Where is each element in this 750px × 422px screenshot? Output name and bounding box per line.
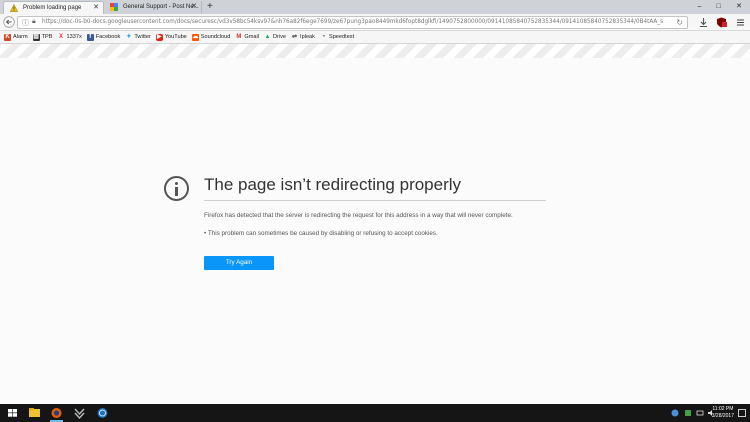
error-bullet: • This problem can sometimes be caused b… [204, 230, 438, 237]
bookmark-label: Gmail [244, 34, 259, 40]
ipleak-icon: ⇌ [292, 33, 298, 40]
bookmark-label: Facebook [95, 34, 121, 40]
bookmark-speedtest[interactable]: ◔ Speedtest [320, 33, 355, 41]
bookmark-soundcloud[interactable]: ☁ Soundcloud [191, 33, 231, 41]
downloader-icon[interactable] [72, 406, 87, 420]
navigation-bar: ⓘ 🔒︎ https://doc-0s-b0-docs.googleuserco… [0, 14, 750, 31]
reload-icon[interactable]: ↻ [676, 17, 683, 28]
divider [204, 200, 546, 201]
ublock-icon[interactable] [716, 17, 727, 28]
tab-label: Problem loading page [23, 5, 82, 11]
maximize-button[interactable]: □ [709, 0, 728, 14]
1337x-icon: X [58, 33, 63, 40]
app-globe-icon[interactable] [95, 406, 110, 420]
soundcloud-icon: ☁ [191, 33, 199, 41]
firefox-taskbar-item[interactable] [49, 406, 64, 422]
close-window-button[interactable]: ✕ [728, 0, 750, 14]
bookmark-label: YouTube [164, 34, 187, 40]
bookmark-label: Soundcloud [200, 34, 231, 40]
speedtest-icon: ◔ [321, 33, 326, 40]
bookmark-label: Speedtest [328, 34, 355, 40]
url-text[interactable]: https://doc-0s-b0-docs.googleusercontent… [42, 17, 672, 28]
menu-icon[interactable] [735, 17, 746, 28]
error-info-icon [164, 176, 189, 201]
youtube-icon: ▶ [155, 33, 163, 41]
try-again-button[interactable]: Try Again [204, 256, 274, 270]
system-clock[interactable]: 11:02 PM 3/28/2017 [712, 406, 734, 420]
window-controls: – □ ✕ [690, 0, 750, 14]
google-icon [110, 3, 118, 11]
back-button[interactable] [3, 16, 15, 28]
bookmark-1337x[interactable]: X 1337x [58, 34, 82, 41]
bookmark-label: TPB [41, 34, 53, 40]
bookmark-label: Drive [272, 34, 287, 40]
close-tab-icon[interactable]: ✕ [93, 2, 99, 14]
minimize-button[interactable]: – [690, 0, 709, 14]
new-tab-button[interactable]: + [207, 0, 213, 13]
taskbar: 11:02 PM 3/28/2017 [0, 404, 750, 422]
bookmark-drive[interactable]: ▲ Drive [264, 34, 286, 41]
back-arrow-icon [3, 16, 15, 28]
lock-icon[interactable]: 🔒︎ [32, 18, 36, 26]
info-icon[interactable]: ⓘ [22, 18, 29, 28]
bookmarks-toolbar: K Alarm ▤ TPB X 1337x f Facebook ✦ Twitt… [0, 31, 750, 44]
clock-time: 11:02 PM [712, 406, 734, 412]
download-icon[interactable] [698, 17, 709, 28]
loading-stripes [0, 44, 750, 58]
twitter-icon: ✦ [126, 33, 132, 40]
printer-icon: ▤ [32, 33, 40, 41]
bookmark-label: 1337x [66, 34, 82, 40]
bookmark-label: Twitter [134, 34, 151, 40]
tab-strip: Problem loading page ✕ General Support -… [0, 0, 750, 14]
browser-window: Problem loading page ✕ General Support -… [0, 0, 750, 422]
tray-app-icon[interactable] [684, 409, 692, 417]
bookmark-ipleak[interactable]: ⇌ Ipleak [291, 34, 315, 41]
close-tab-icon[interactable]: ✕ [191, 1, 197, 13]
windows-start-icon[interactable] [5, 406, 20, 420]
warning-icon [10, 4, 18, 12]
gmail-icon: M [236, 33, 242, 40]
drive-icon: ▲ [264, 33, 271, 40]
bookmark-gmail[interactable]: M Gmail [235, 34, 259, 41]
tab-label: General Support - Post Ne... [123, 4, 199, 10]
bookmark-alarm[interactable]: K Alarm [4, 33, 28, 41]
firefox-icon [51, 408, 62, 418]
bookmark-tpb[interactable]: ▤ TPB [32, 33, 53, 41]
error-description: Firefox has detected that the server is … [204, 212, 513, 219]
bookmark-youtube[interactable]: ▶ YouTube [155, 33, 187, 41]
tab-general-support[interactable]: General Support - Post Ne... ✕ [104, 1, 202, 14]
error-page: The page isn’t redirecting properly Fire… [0, 58, 750, 404]
error-title: The page isn’t redirecting properly [204, 175, 462, 194]
bookmark-label: Alarm [13, 34, 28, 40]
bookmark-label: Ipleak [300, 34, 315, 40]
network-icon[interactable] [696, 409, 704, 417]
facebook-icon: f [86, 33, 94, 41]
file-explorer-icon[interactable] [27, 406, 42, 420]
notification-center-icon[interactable] [738, 409, 746, 417]
address-bar[interactable]: ⓘ 🔒︎ https://doc-0s-b0-docs.googleuserco… [17, 16, 688, 29]
clock-date: 3/28/2017 [711, 413, 734, 419]
network-globe-icon[interactable] [671, 409, 679, 417]
bookmark-twitter[interactable]: ✦ Twitter [125, 33, 151, 41]
alarm-icon: K [4, 33, 11, 41]
bookmark-facebook[interactable]: f Facebook [86, 33, 121, 41]
tab-problem-loading[interactable]: Problem loading page ✕ [3, 1, 104, 14]
